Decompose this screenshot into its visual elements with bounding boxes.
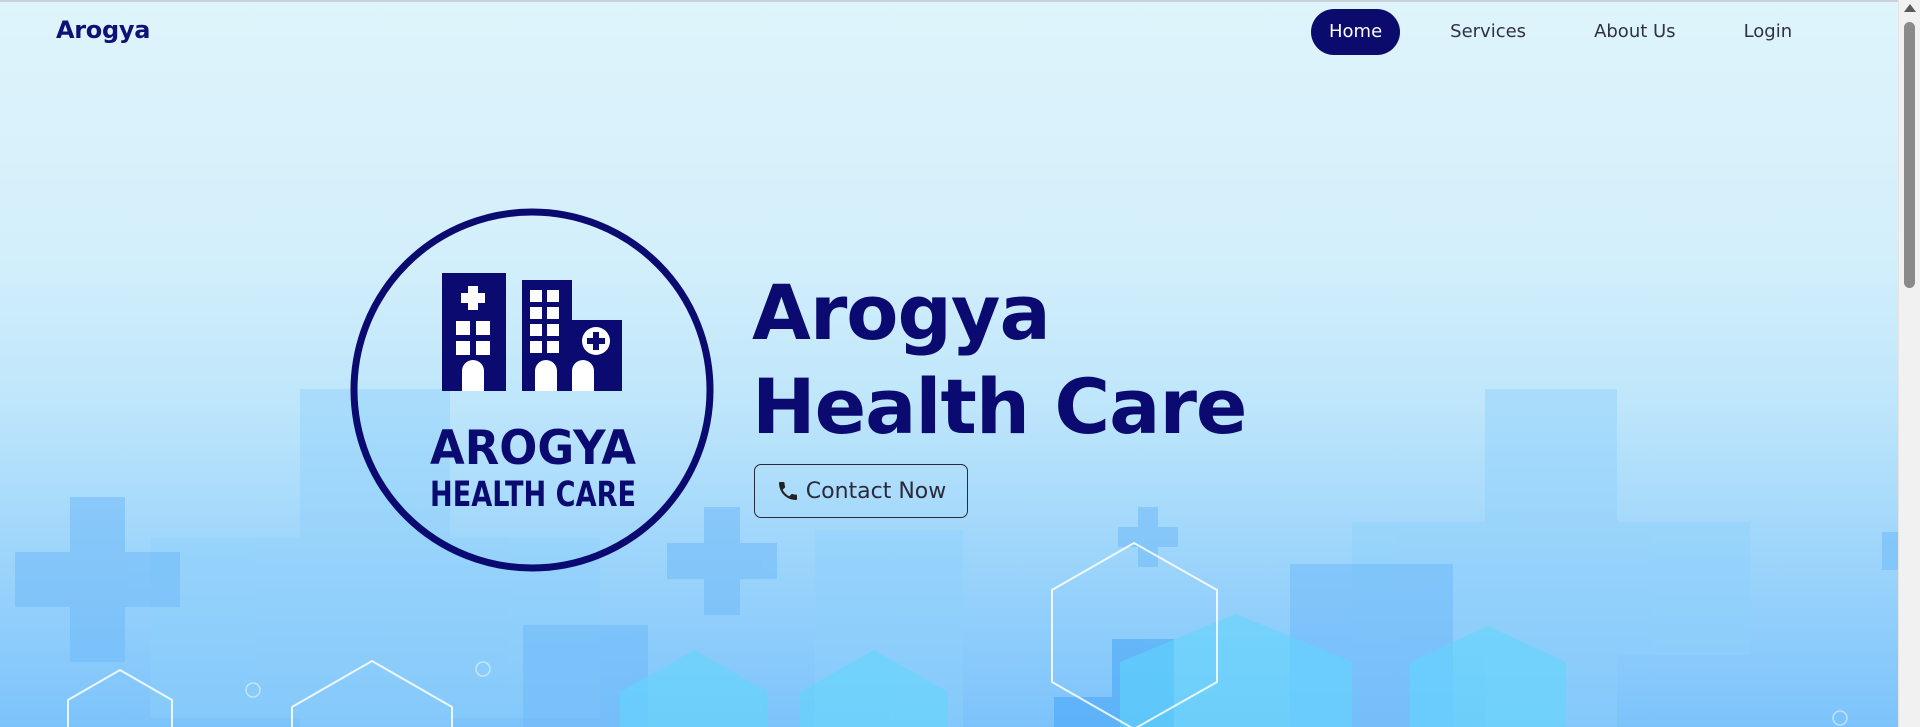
brand-name[interactable]: Arogya <box>56 16 150 44</box>
nav-home[interactable]: Home <box>1311 9 1401 55</box>
logo-text-arogya: AROGYA <box>430 421 637 476</box>
hospital-logo: AROGYA HEALTH CARE <box>350 208 714 572</box>
scroll-up-arrow-icon[interactable] <box>1904 4 1916 12</box>
page-viewport: Arogya Home Services About Us Login AROG… <box>0 0 1898 727</box>
hero-title-line1: Arogya <box>752 268 1051 357</box>
hero-title-line2: Health Care <box>752 362 1247 451</box>
contact-now-label: Contact Now <box>805 478 947 504</box>
vertical-scrollbar[interactable] <box>1898 0 1920 727</box>
nav-services[interactable]: Services <box>1432 9 1544 55</box>
contact-now-button[interactable]: Contact Now <box>754 464 968 518</box>
nav-login[interactable]: Login <box>1726 9 1811 55</box>
scroll-thumb[interactable] <box>1904 22 1915 288</box>
hero-title: Arogya Health Care <box>752 266 1247 454</box>
nav-about-us[interactable]: About Us <box>1576 9 1694 55</box>
main-nav: Home Services About Us Login <box>1311 9 1810 55</box>
phone-icon <box>776 479 800 503</box>
logo-text-health-care: HEALTH CARE <box>430 475 636 515</box>
top-navbar: Arogya Home Services About Us Login <box>0 2 1898 62</box>
